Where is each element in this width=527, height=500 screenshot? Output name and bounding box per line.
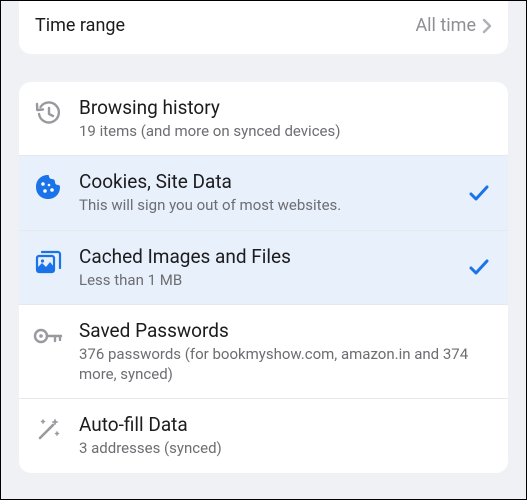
- row-title: Cached Images and Files: [79, 245, 458, 268]
- history-icon: [33, 98, 63, 128]
- row-browsing-history[interactable]: Browsing history 19 items (and more on s…: [19, 82, 508, 156]
- row-content: Cookies, Site Data This will sign you ou…: [79, 170, 458, 215]
- row-subtitle: 376 passwords (for bookmyshow.com, amazo…: [79, 344, 492, 385]
- time-range-row[interactable]: Time range All time: [19, 1, 508, 54]
- key-icon: [33, 321, 63, 351]
- magic-wand-icon: [33, 415, 63, 445]
- row-content: Auto-fill Data 3 addresses (synced): [79, 413, 492, 458]
- row-cookies[interactable]: Cookies, Site Data This will sign you ou…: [19, 156, 508, 230]
- row-subtitle: 3 addresses (synced): [79, 438, 492, 458]
- row-autofill-data[interactable]: Auto-fill Data 3 addresses (synced): [19, 399, 508, 472]
- row-saved-passwords[interactable]: Saved Passwords 376 passwords (for bookm…: [19, 305, 508, 400]
- row-title: Browsing history: [79, 96, 492, 119]
- row-title: Auto-fill Data: [79, 413, 492, 436]
- data-types-list: Browsing history 19 items (and more on s…: [19, 82, 508, 473]
- row-title: Cookies, Site Data: [79, 170, 458, 193]
- row-subtitle: 19 items (and more on synced devices): [79, 121, 492, 141]
- row-content: Browsing history 19 items (and more on s…: [79, 96, 492, 141]
- row-subtitle: This will sign you out of most websites.: [79, 195, 458, 215]
- row-cached-images[interactable]: Cached Images and Files Less than 1 MB: [19, 231, 508, 305]
- checkmark-icon: [466, 256, 492, 278]
- row-content: Cached Images and Files Less than 1 MB: [79, 245, 458, 290]
- images-icon: [33, 247, 63, 277]
- row-subtitle: Less than 1 MB: [79, 270, 458, 290]
- row-title: Saved Passwords: [79, 319, 492, 342]
- time-range-value-wrap: All time: [415, 15, 492, 36]
- time-range-label: Time range: [35, 15, 125, 36]
- time-range-value: All time: [415, 15, 476, 36]
- chevron-right-icon: [482, 18, 492, 34]
- cookie-icon: [33, 172, 63, 202]
- row-content: Saved Passwords 376 passwords (for bookm…: [79, 319, 492, 385]
- checkmark-icon: [466, 182, 492, 204]
